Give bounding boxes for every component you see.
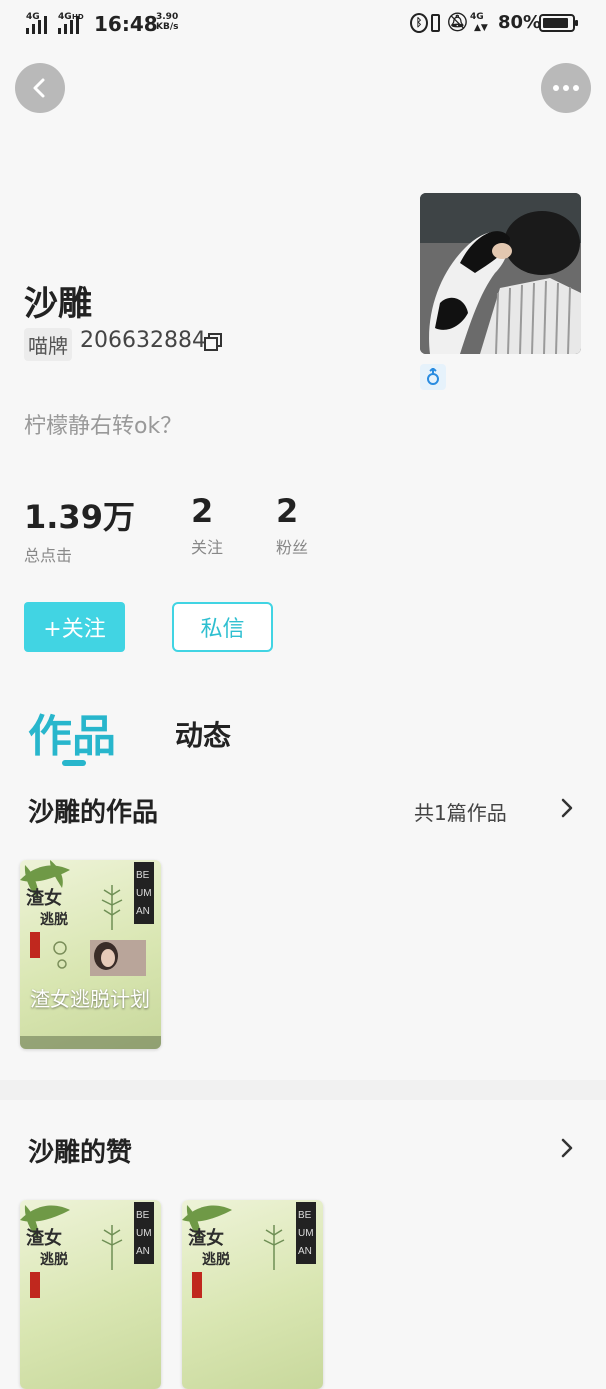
svg-text:逃脱: 逃脱	[202, 1251, 230, 1268]
liked-work-card[interactable]: BE UM AN 渣女 逃脱	[20, 1200, 161, 1389]
work-card[interactable]: BE UM AN 渣女 逃脱 渣女逃脱计划	[20, 860, 161, 1049]
svg-text:逃脱: 逃脱	[40, 911, 68, 928]
avatar[interactable]	[420, 193, 581, 354]
chevron-right-icon[interactable]	[560, 797, 574, 823]
svg-text:BE: BE	[298, 1210, 312, 1221]
bluetooth-icon: ᛒ	[410, 13, 428, 33]
svg-text:AN: AN	[136, 1246, 150, 1257]
svg-text:AN: AN	[136, 906, 150, 917]
profile-name: 沙雕	[24, 284, 92, 324]
liked-work-card[interactable]: BE UM AN 渣女 逃脱	[182, 1200, 323, 1389]
tab-dynamics[interactable]: 动态	[175, 714, 231, 754]
male-gender-icon	[420, 364, 446, 390]
svg-text:BE: BE	[136, 1210, 150, 1221]
likes-section-title: 沙雕的赞	[28, 1138, 133, 1168]
work-title: 渣女逃脱计划	[30, 987, 150, 1011]
liked-cover-image: BE UM AN 渣女 逃脱	[20, 1202, 154, 1298]
tab-works[interactable]: 作品	[28, 700, 116, 764]
section-divider	[0, 1080, 606, 1100]
network-speed: 3.90 KB/s	[156, 12, 178, 32]
stat-total-clicks: 1.39万 总点击	[24, 492, 135, 566]
svg-text:UM: UM	[136, 1228, 152, 1239]
signal-icon-2: 4G HD	[58, 12, 86, 34]
works-count[interactable]: 共1篇作品	[414, 797, 507, 826]
message-button[interactable]: 私信	[172, 602, 273, 652]
follow-button[interactable]: +关注	[24, 602, 125, 652]
svg-text:BE: BE	[136, 870, 150, 881]
signal-icon: 4G	[26, 12, 50, 34]
stat-value: 1.39万	[24, 498, 135, 536]
chevron-left-icon	[33, 78, 45, 98]
chevron-right-icon[interactable]	[560, 1137, 574, 1163]
status-bar: 4G 4G HD 16:48 3.90 KB/s ᛒ 🔕︎ 4G ▲▼ 80%	[0, 0, 606, 48]
svg-text:渣女: 渣女	[188, 1227, 224, 1249]
svg-text:AN: AN	[298, 1246, 312, 1257]
svg-text:UM: UM	[298, 1228, 314, 1239]
id-tag: 喵牌	[24, 328, 72, 361]
battery-icon	[539, 14, 578, 32]
more-button[interactable]	[541, 63, 591, 113]
vibrate-icon	[431, 14, 440, 32]
user-id: 206632884	[80, 328, 206, 353]
mute-bell-icon: 🔕︎	[446, 12, 469, 33]
speed-value: 3.90	[156, 12, 179, 22]
signal-icon-3: 4G ▲▼	[470, 12, 488, 33]
svg-text:逃脱: 逃脱	[40, 1251, 68, 1268]
stat-following[interactable]: 2 关注	[191, 492, 223, 558]
stat-label: 总点击	[24, 546, 73, 565]
clock: 16:48	[94, 12, 158, 36]
speed-unit: KB/s	[156, 22, 179, 32]
svg-text:UM: UM	[136, 888, 152, 899]
svg-text:渣女: 渣女	[26, 1227, 62, 1249]
profile-bio: 柠檬静右转ok？	[24, 414, 183, 439]
works-section-title: 沙雕的作品	[28, 798, 159, 828]
network-type-3: 4G	[470, 12, 484, 22]
more-dots-icon	[553, 85, 579, 91]
stat-value: 2	[276, 492, 299, 530]
battery-percent: 80%	[498, 12, 542, 33]
stat-value: 2	[191, 492, 214, 530]
stat-label: 粉丝	[276, 538, 309, 557]
work-cover-image: BE UM AN 渣女 逃脱	[20, 860, 161, 1049]
copy-icon[interactable]	[204, 333, 222, 351]
svg-text:渣女: 渣女	[26, 887, 62, 909]
liked-cover-image: BE UM AN 渣女 逃脱	[182, 1202, 316, 1298]
back-button[interactable]	[15, 63, 65, 113]
stat-followers[interactable]: 2 粉丝	[276, 492, 308, 558]
stat-label: 关注	[191, 538, 224, 557]
tab-indicator	[62, 760, 86, 766]
